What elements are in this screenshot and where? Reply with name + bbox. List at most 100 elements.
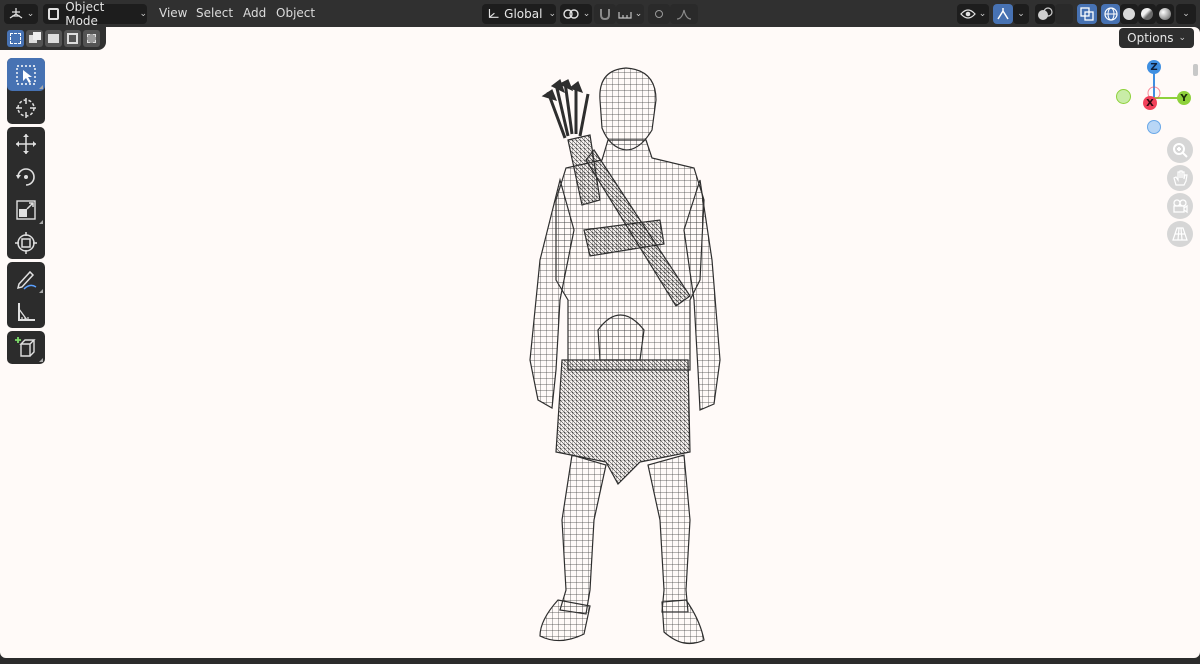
transform-orientation-dropdown[interactable]: Global ⌄ <box>482 4 556 24</box>
rotate-icon <box>16 167 35 186</box>
axes-grid-icon <box>9 8 23 19</box>
tool-move[interactable] <box>7 127 45 160</box>
wireframe-character-model[interactable] <box>0 27 1200 658</box>
editor-type-button[interactable]: ⌄ <box>4 4 38 24</box>
solid-sphere-icon <box>1123 8 1135 20</box>
wireframe-sphere-icon <box>1103 7 1118 21</box>
menu-view[interactable]: View <box>159 6 187 20</box>
snap-toggle[interactable] <box>594 4 616 24</box>
rendered-sphere-icon <box>1159 8 1171 20</box>
gizmo-axis-y[interactable]: Y <box>1177 91 1191 105</box>
camera-icon <box>1173 199 1188 214</box>
select-mode-subtract[interactable] <box>45 30 62 47</box>
overlay-toggle[interactable] <box>1035 4 1055 24</box>
select-mode-extend[interactable] <box>26 30 43 47</box>
shading-dropdown[interactable]: ⌄ <box>1176 4 1196 24</box>
tool-group-annotate <box>7 262 45 328</box>
tool-rotate[interactable] <box>7 160 45 193</box>
shading-material-button[interactable] <box>1138 4 1156 24</box>
snap-target-dropdown[interactable]: ⌄ <box>616 4 644 24</box>
chevron-down-icon: ⌄ <box>1178 33 1186 43</box>
material-sphere-icon <box>1141 8 1153 20</box>
gizmo-y-label: Y <box>1180 92 1188 104</box>
tool-group-add <box>7 331 45 364</box>
xray-toggle[interactable] <box>1077 4 1097 24</box>
tool-header <box>0 27 106 50</box>
shading-solid-button[interactable] <box>1120 4 1138 24</box>
snap-increment-icon <box>618 12 632 19</box>
select-mode-intersect[interactable] <box>83 30 100 47</box>
menu-object[interactable]: Object <box>276 6 315 20</box>
tool-select-box[interactable] <box>7 58 45 91</box>
overlay-circles-icon <box>1038 7 1053 20</box>
move-icon <box>16 133 36 154</box>
eye-icon <box>959 9 976 19</box>
chevron-down-icon: ⌄ <box>634 9 643 19</box>
tool-annotate[interactable] <box>7 262 45 295</box>
tool-scale[interactable] <box>7 193 45 226</box>
select-invert-icon <box>67 33 78 44</box>
mode-label: Object Mode <box>65 0 105 28</box>
gizmo-axis-x[interactable]: X <box>1143 96 1157 110</box>
3d-viewport[interactable] <box>0 27 1200 658</box>
tool-cursor[interactable] <box>7 91 45 124</box>
mode-dropdown[interactable]: Object Mode ⌄ <box>43 0 147 28</box>
pivot-point-dropdown[interactable]: ⌄ <box>560 4 592 24</box>
select-mode-new[interactable] <box>7 30 24 47</box>
tool-add-cube[interactable] <box>7 331 45 364</box>
measure-icon <box>18 302 35 321</box>
pan-button[interactable] <box>1167 165 1193 191</box>
annotate-icon <box>16 270 37 290</box>
shading-wireframe-button[interactable] <box>1101 4 1120 24</box>
gizmo-dropdown[interactable]: ⌄ <box>1013 4 1029 24</box>
select-intersect-icon <box>87 34 96 43</box>
perspective-grid-icon <box>1172 227 1188 241</box>
falloff-dropdown[interactable] <box>670 4 698 24</box>
hand-pan-icon <box>1173 170 1188 186</box>
zoom-button[interactable] <box>1167 137 1193 163</box>
select-extend-icon-part <box>33 32 41 40</box>
add-cube-icon <box>15 336 36 357</box>
viewport-scroll-indicator[interactable] <box>1193 64 1198 76</box>
options-dropdown[interactable]: Options ⌄ <box>1119 28 1194 48</box>
cursor-icon <box>16 97 36 118</box>
visibility-dropdown[interactable]: ⌄ <box>957 4 989 24</box>
shading-rendered-button[interactable] <box>1156 4 1174 24</box>
proportional-edit-toggle[interactable] <box>648 4 670 24</box>
falloff-curve-icon <box>676 9 692 20</box>
zoom-icon <box>1173 143 1188 158</box>
gizmo-axis-neg-y[interactable] <box>1116 89 1131 104</box>
orientation-label: Global <box>504 7 543 21</box>
gizmo-toggle[interactable] <box>993 4 1013 24</box>
chevron-down-icon: ⌄ <box>978 9 987 19</box>
blender-window: ⌄ Object Mode ⌄ View Select Add Object G… <box>0 0 1200 664</box>
select-subtract-icon <box>48 34 59 43</box>
camera-view-button[interactable] <box>1167 193 1193 219</box>
tool-variants-indicator <box>39 289 43 293</box>
tool-variants-indicator <box>39 85 43 89</box>
chevron-down-icon: ⌄ <box>139 9 147 19</box>
viewport-header: ⌄ Object Mode ⌄ View Select Add Object G… <box>0 0 1200 28</box>
chevron-down-icon: ⌄ <box>582 9 591 19</box>
tool-measure[interactable] <box>7 295 45 328</box>
options-label: Options <box>1127 31 1174 45</box>
proportional-dot-icon <box>655 10 663 18</box>
chevron-down-icon: ⌄ <box>1017 9 1025 19</box>
tool-transform[interactable] <box>7 226 45 259</box>
overlay-dropdown[interactable] <box>1055 4 1073 24</box>
gizmo-axis-z[interactable]: Z <box>1147 60 1161 74</box>
menu-add[interactable]: Add <box>243 6 266 20</box>
tool-group-transform <box>7 127 45 259</box>
select-mode-invert[interactable] <box>64 30 81 47</box>
pivot-link-icon <box>563 9 579 19</box>
perspective-toggle-button[interactable] <box>1167 221 1193 247</box>
chevron-down-icon: ⌄ <box>548 9 556 19</box>
gizmo-axis-neg-z[interactable] <box>1147 120 1161 134</box>
tool-group-select <box>7 58 45 124</box>
chevron-down-icon: ⌄ <box>26 9 35 19</box>
gizmo-z-label: Z <box>1150 61 1158 73</box>
menu-select[interactable]: Select <box>196 6 233 20</box>
object-mode-icon <box>48 8 60 20</box>
select-new-icon <box>10 33 21 44</box>
tool-variants-indicator <box>39 220 43 224</box>
